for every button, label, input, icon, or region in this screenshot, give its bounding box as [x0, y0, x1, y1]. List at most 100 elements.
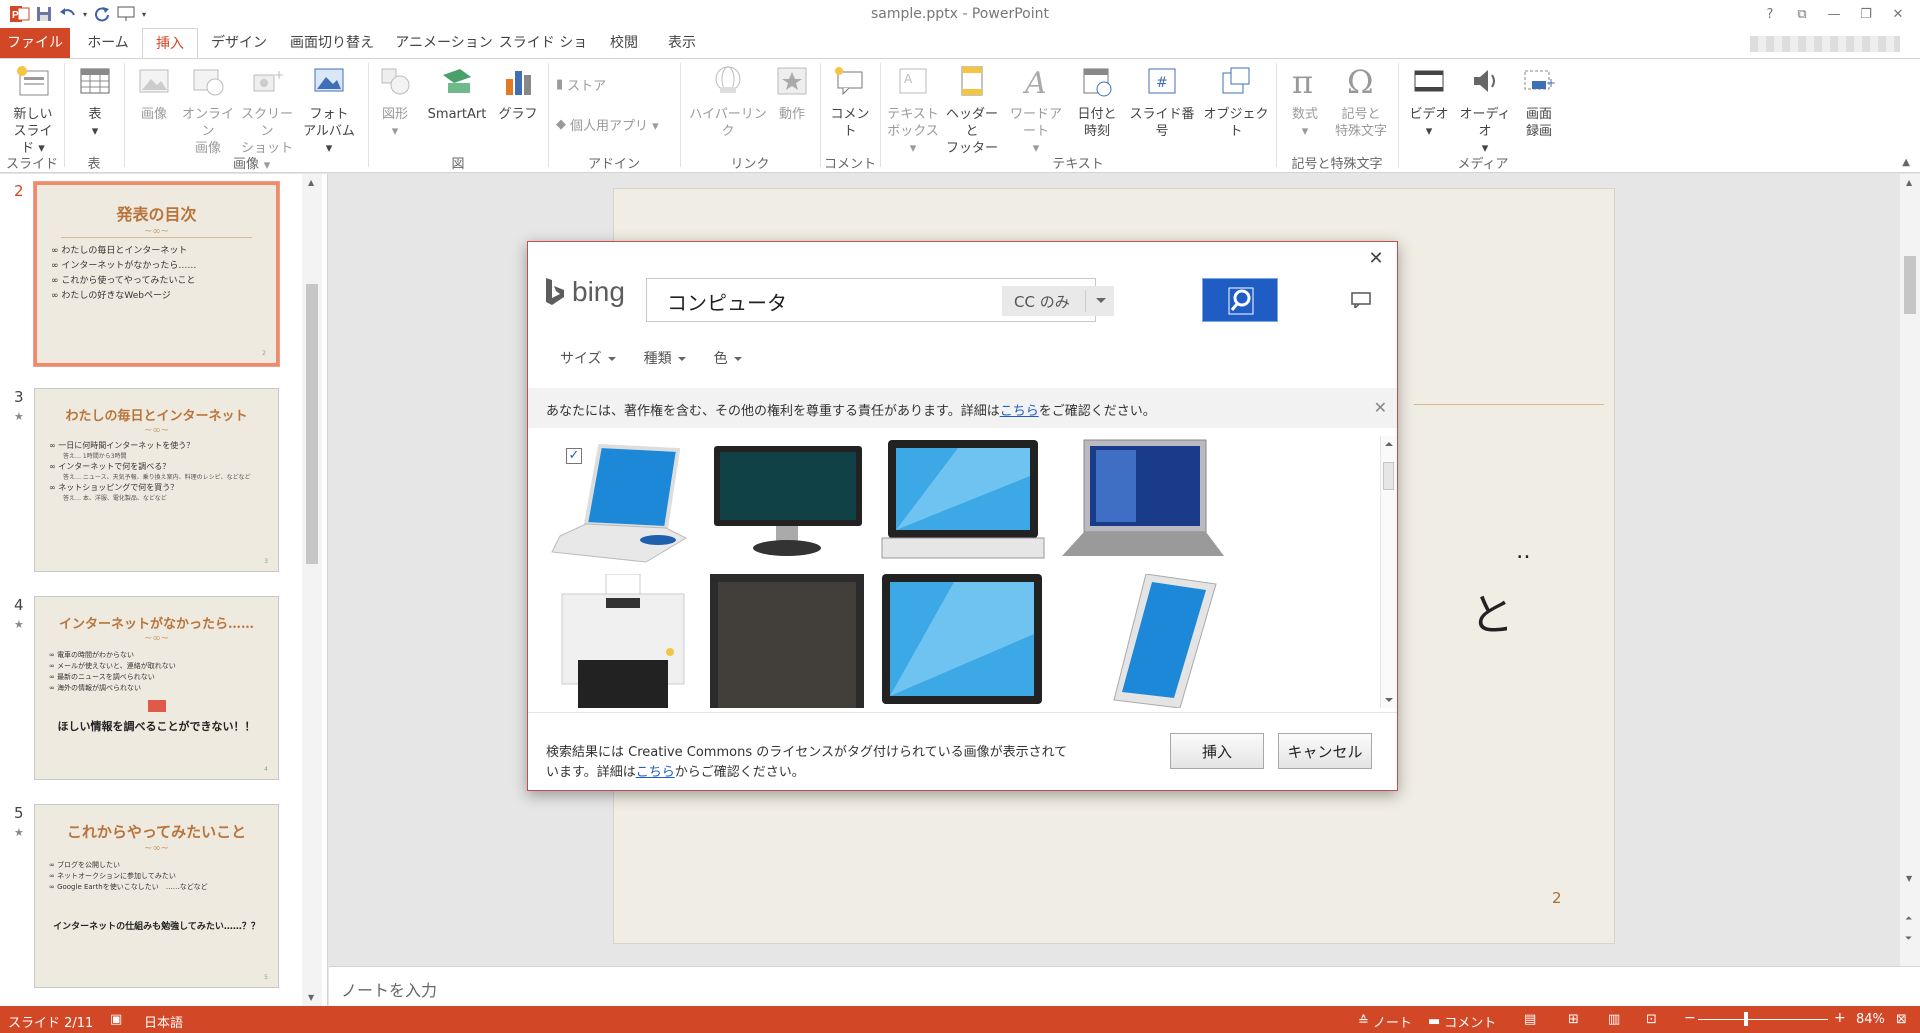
- tab-animations[interactable]: アニメーション: [392, 28, 496, 58]
- ribbon-display-options-icon[interactable]: ⧉: [1786, 3, 1818, 25]
- notice-details-link[interactable]: こちら: [1000, 404, 1039, 419]
- equation-button[interactable]: π 数式 ▾: [1282, 63, 1328, 140]
- svg-text:Ω: Ω: [1347, 65, 1374, 97]
- scroll-down-icon[interactable]: ▼: [1906, 874, 1912, 883]
- zoom-slider[interactable]: [1698, 1019, 1828, 1020]
- thumbnail-scrollbar[interactable]: ▲ ▼: [302, 174, 322, 1006]
- scroll-down-icon[interactable]: [1385, 698, 1393, 702]
- result-tablet-dark[interactable]: [706, 574, 868, 708]
- tab-view[interactable]: 表示: [660, 28, 704, 58]
- slideshow-icon[interactable]: ⊡: [1646, 1012, 1657, 1027]
- action-button[interactable]: 動作: [772, 65, 812, 123]
- tab-transitions[interactable]: 画面切り替え: [280, 28, 384, 58]
- shapes-button[interactable]: 図形 ▾: [372, 65, 418, 140]
- zoom-slider-handle[interactable]: [1744, 1012, 1748, 1026]
- audio-button[interactable]: オーディオ ▾: [1454, 65, 1516, 157]
- collapse-ribbon-icon[interactable]: ▲: [1902, 157, 1910, 168]
- notes-pane[interactable]: ノートを入力: [329, 966, 1920, 1006]
- slide-thumbnail-5[interactable]: これからやってみたいこと ~∞~ ∞ ブログを公開したい ∞ ネットオークション…: [34, 804, 279, 988]
- slide-sorter-icon[interactable]: ⊞: [1568, 1012, 1579, 1027]
- scroll-up-icon[interactable]: ▲: [1906, 178, 1912, 187]
- color-filter[interactable]: 色: [714, 348, 742, 368]
- tab-review[interactable]: 校閲: [602, 28, 646, 58]
- license-details-link[interactable]: こちら: [636, 765, 675, 780]
- cancel-button[interactable]: キャンセル: [1278, 733, 1372, 769]
- comments-toggle[interactable]: ▬ コメント: [1428, 1012, 1496, 1031]
- tab-slideshow[interactable]: スライド ショー: [498, 28, 588, 81]
- table-button[interactable]: 表 ▾: [74, 65, 116, 140]
- editor-scrollbar[interactable]: ▲ ▼ ⏶ ⏷: [1900, 174, 1920, 966]
- search-button[interactable]: [1202, 278, 1278, 322]
- scroll-up-icon[interactable]: ▲: [308, 178, 314, 187]
- chart-button[interactable]: グラフ: [496, 65, 540, 123]
- wordart-button[interactable]: A ワードアート ▾: [1004, 65, 1068, 157]
- photo-album-button[interactable]: フォト アルバム ▾: [300, 65, 358, 157]
- video-button[interactable]: ビデオ ▾: [1406, 65, 1452, 140]
- restore-icon[interactable]: ❐: [1850, 3, 1882, 25]
- reading-view-icon[interactable]: ▥: [1608, 1012, 1620, 1027]
- zoom-out-button[interactable]: −: [1684, 1010, 1696, 1026]
- symbol-button[interactable]: Ω 記号と 特殊文字: [1330, 63, 1392, 140]
- close-icon[interactable]: ✕: [1882, 3, 1914, 25]
- feedback-icon[interactable]: [1351, 292, 1371, 310]
- smartart-button[interactable]: SmartArt: [422, 65, 492, 123]
- hyperlink-button[interactable]: ハイパーリンク: [686, 65, 770, 140]
- normal-view-icon[interactable]: ▤: [1524, 1012, 1536, 1027]
- scrollbar-thumb[interactable]: [1904, 256, 1916, 314]
- textbox-button[interactable]: A テキスト ボックス ▾: [884, 65, 942, 157]
- result-printer[interactable]: [546, 573, 696, 708]
- my-apps-button[interactable]: ◆ 個人用アプリ ▾: [556, 115, 659, 134]
- slide-number: 2: [14, 182, 24, 200]
- comment-button[interactable]: コメント: [826, 65, 874, 140]
- header-footer-button[interactable]: ヘッダーと フッター: [944, 65, 1000, 157]
- minimize-icon[interactable]: —: [1818, 3, 1850, 25]
- slide-number-button[interactable]: # スライド番号: [1124, 65, 1200, 140]
- object-button[interactable]: オブジェクト: [1202, 65, 1270, 140]
- scroll-down-icon[interactable]: ▼: [308, 993, 314, 1002]
- next-slide-icon[interactable]: ⏷: [1905, 934, 1912, 944]
- tab-home[interactable]: ホーム: [76, 28, 140, 58]
- previous-slide-icon[interactable]: ⏶: [1905, 914, 1912, 924]
- zoom-in-button[interactable]: +: [1834, 1010, 1846, 1026]
- language-indicator[interactable]: 日本語: [144, 1012, 183, 1031]
- scroll-up-icon[interactable]: [1385, 442, 1393, 446]
- datetime-button[interactable]: 日付と 時刻: [1074, 65, 1120, 140]
- fit-to-window-icon[interactable]: ⊠: [1896, 1012, 1907, 1027]
- help-icon[interactable]: ?: [1754, 3, 1786, 25]
- slide-thumbnail-2[interactable]: 発表の目次 ~∞~ ∞ わたしの毎日とインターネット ∞ インターネットがなかっ…: [33, 181, 280, 367]
- picture-button[interactable]: 画像: [132, 65, 176, 123]
- screen-recording-button[interactable]: + 画面 録画: [1518, 65, 1560, 140]
- search-input[interactable]: [667, 288, 987, 314]
- scrollbar-thumb[interactable]: [1383, 462, 1394, 490]
- dialog-close-icon[interactable]: ✕: [1365, 248, 1387, 270]
- result-monitor-black[interactable]: [706, 436, 868, 564]
- user-account[interactable]: [1750, 36, 1900, 52]
- spell-check-icon[interactable]: ▣: [110, 1012, 122, 1027]
- new-slide-button[interactable]: 新しい スライド ▾: [8, 65, 58, 157]
- slide-thumbnail-3[interactable]: わたしの毎日とインターネット ~∞~ ∞ 一日に何時間インターネットを使う？ 答…: [34, 388, 279, 572]
- scrollbar-thumb[interactable]: [306, 284, 318, 564]
- thumbnail-sub-bullet: 答え… 1時間から3時間: [63, 453, 127, 460]
- slide-indicator[interactable]: スライド 2/11: [8, 1012, 93, 1031]
- dismiss-notice-icon[interactable]: ✕: [1374, 398, 1387, 417]
- insert-button[interactable]: 挿入: [1170, 733, 1264, 769]
- tab-insert[interactable]: 挿入: [142, 28, 198, 59]
- tab-file[interactable]: ファイル: [0, 28, 70, 58]
- type-filter[interactable]: 種類: [644, 348, 686, 368]
- result-laptop-black[interactable]: [878, 436, 1046, 564]
- results-scrollbar[interactable]: [1380, 436, 1396, 708]
- result-tablet-blue[interactable]: [1056, 573, 1224, 708]
- notes-toggle[interactable]: ≙ ノート: [1358, 1012, 1412, 1031]
- online-picture-button[interactable]: オンライン 画像: [180, 65, 236, 157]
- slide-thumbnail-4[interactable]: インターネットがなかったら…… ~∞~ ∞ 電車の時間がわからない ∞ メールが…: [34, 596, 279, 780]
- zoom-level[interactable]: 84%: [1856, 1012, 1885, 1027]
- tab-design[interactable]: デザイン: [206, 28, 272, 58]
- size-filter[interactable]: サイズ: [560, 348, 616, 368]
- result-laptop-silver[interactable]: [1056, 436, 1224, 564]
- thumbnail-bullet: ∞ 一日に何時間インターネットを使う？: [49, 441, 195, 450]
- license-filter-select[interactable]: CC のみ: [1002, 286, 1114, 316]
- selected-checkbox[interactable]: ✓: [566, 448, 582, 464]
- result-laptop-white[interactable]: ✓: [546, 436, 696, 564]
- result-monitor-blue[interactable]: [878, 574, 1046, 708]
- store-button[interactable]: ▮ ストア: [556, 75, 606, 94]
